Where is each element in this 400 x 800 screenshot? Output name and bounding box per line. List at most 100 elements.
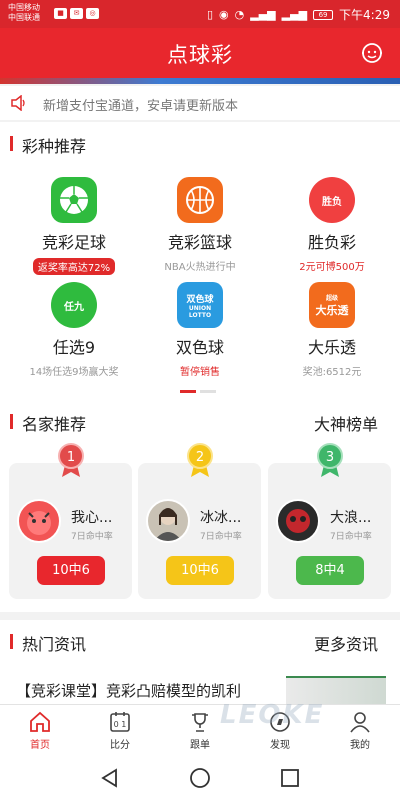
lottery-name: 竞彩篮球 — [167, 233, 232, 252]
speaker-icon — [11, 95, 25, 111]
expert-card-3[interactable]: 3 大浪... 7日命中率 8中4 — [268, 443, 391, 599]
lottery-section-header: 彩种推荐 — [0, 122, 400, 164]
customer-service-icon[interactable] — [360, 41, 384, 65]
experts-section-header: 名家推荐 大神榜单 — [0, 400, 400, 442]
renxuan-icon: 任九 — [51, 282, 97, 328]
lottery-sub: NBA火热进行中 — [164, 262, 236, 273]
browser-app-icon: ◎ — [86, 8, 99, 19]
more-news-link[interactable]: 更多资讯 — [314, 631, 378, 655]
lottery-sub: 暂停销售 — [180, 367, 220, 378]
profile-icon — [350, 712, 370, 733]
watermark: LEOKE — [220, 700, 325, 730]
lottery-name: 胜负彩 — [307, 233, 356, 252]
clock: 下午4:29 — [339, 8, 390, 22]
vibrate-icon: ▯ — [206, 8, 214, 21]
avatar — [17, 499, 61, 543]
lottery-sub: 奖池:6512元 — [302, 367, 362, 378]
news-section-header: 热门资讯 更多资讯 — [0, 620, 400, 662]
daletou-icon: 超级 大乐透 — [309, 282, 355, 328]
lottery-sub: 14场任选9场赢大奖 — [29, 367, 119, 378]
hit-rate-badge: 10中6 — [166, 556, 234, 585]
banner-carousel[interactable] — [0, 78, 400, 84]
bottom-tab-bar: 首页 0 1 比分 跟单 发现 我的 — [0, 704, 400, 756]
lottery-item-sfc[interactable]: 胜负 胜负彩 2元可博500万 — [272, 177, 392, 273]
lottery-name: 任选9 — [52, 338, 96, 357]
section-title: 名家推荐 — [22, 415, 87, 434]
recents-icon[interactable] — [278, 766, 302, 790]
lottery-item-dlt[interactable]: 超级 大乐透 大乐透 奖池:6512元 — [272, 282, 392, 378]
icon-label-sub: UNION LOTTO — [188, 304, 212, 319]
carrier-2: 中国联通 — [8, 13, 40, 22]
icon-label: 胜负 — [322, 196, 342, 208]
basketball-icon — [177, 177, 223, 223]
hit-rate-badge: 8中4 — [296, 556, 364, 585]
signal-icon: ▂▄▆ — [250, 8, 276, 21]
svg-text:0 1: 0 1 — [114, 720, 127, 729]
lottery-item-rx9[interactable]: 任九 任选9 14场任选9场赢大奖 — [14, 282, 134, 378]
news-headline[interactable]: 【竞彩课堂】竞彩凸赔模型的凯利 — [16, 680, 241, 701]
section-accent-bar — [10, 414, 13, 429]
leaderboard-link[interactable]: 大神榜单 — [314, 411, 378, 435]
carrier-info: 中国移动 中国联通 — [8, 3, 40, 23]
notification-icons: ■ ✉ ◎ — [54, 8, 99, 19]
icon-label: 双色球 — [186, 294, 214, 305]
notification-app-icon: ■ — [54, 8, 67, 19]
avatar — [146, 499, 190, 543]
tab-label: 首页 — [30, 740, 50, 751]
lottery-sub: 2元可博500万 — [299, 262, 365, 273]
rank-number: 2 — [196, 450, 204, 465]
hit-rate-badge: 10中6 — [37, 556, 105, 585]
home-circle-icon[interactable] — [188, 766, 212, 790]
rank-medal-icon: 2 — [187, 443, 213, 477]
page-title: 点球彩 — [167, 43, 233, 67]
lottery-item-jczq[interactable]: 竞彩足球 返奖率高达72% — [14, 177, 134, 275]
lottery-name: 竞彩足球 — [41, 233, 106, 252]
app-header: 点球彩 — [0, 28, 400, 78]
scoreboard-icon: 0 1 — [110, 712, 130, 732]
icon-label: 任九 — [64, 301, 84, 313]
indicator-dot-active — [180, 390, 196, 393]
rank-medal-icon: 1 — [58, 443, 84, 477]
home-icon — [30, 711, 50, 732]
expert-card-2[interactable]: 2 冰冰... 7日命中率 10中6 — [138, 443, 261, 599]
tab-label: 比分 — [110, 740, 130, 751]
expert-stat-label: 7日命中率 — [330, 532, 372, 542]
status-bar: 中国移动 中国联通 ■ ✉ ◎ ▯ ◉ ◔ ▂▄▆ ▂▄▆ 69 下午4:29 — [0, 0, 400, 28]
tab-label: 我的 — [350, 740, 370, 751]
signal-2-icon: ▂▄▆ — [281, 8, 308, 21]
rank-medal-icon: 3 — [317, 443, 343, 477]
back-icon[interactable] — [98, 766, 122, 790]
notice-bar[interactable]: 新增支付宝通道，安卓请更新版本 — [0, 86, 400, 120]
indicator-dot — [200, 390, 216, 393]
icon-label-sub: 超级 — [325, 294, 338, 302]
tab-label: 跟单 — [190, 740, 210, 751]
carousel-indicator — [180, 390, 216, 393]
lottery-name: 双色球 — [175, 338, 224, 357]
soccer-ball-icon — [51, 177, 97, 223]
notice-text: 新增支付宝通道，安卓请更新版本 — [43, 99, 239, 114]
section-accent-bar — [10, 136, 13, 151]
rank-number: 1 — [67, 450, 75, 465]
tab-score[interactable]: 0 1 比分 — [80, 705, 160, 757]
carrier-1: 中国移动 — [8, 3, 40, 12]
tab-home[interactable]: 首页 — [0, 705, 80, 757]
status-right: ▯ ◉ ◔ ▂▄▆ ▂▄▆ 69 下午4:29 — [207, 6, 390, 23]
lottery-name: 大乐透 — [307, 338, 356, 357]
system-nav-bar — [0, 756, 400, 800]
lottery-item-ssq[interactable]: 双色球 UNION LOTTO 双色球 暂停销售 — [140, 282, 260, 378]
lottery-item-jclq[interactable]: 竞彩篮球 NBA火热进行中 — [140, 177, 260, 273]
tab-profile[interactable]: 我的 — [320, 705, 400, 757]
expert-name: 冰冰... — [200, 510, 242, 526]
expert-stat-label: 7日命中率 — [71, 532, 113, 542]
section-title: 彩种推荐 — [22, 137, 87, 156]
message-app-icon: ✉ — [70, 8, 83, 19]
expert-name: 大浪... — [330, 510, 372, 526]
expert-card-1[interactable]: 1 我心... 7日命中率 10中6 — [9, 443, 132, 599]
lottery-sub: 返奖率高达72% — [32, 258, 116, 275]
expert-name: 我心... — [71, 510, 113, 526]
section-title: 热门资讯 — [22, 635, 87, 654]
eye-icon: ◉ — [219, 8, 229, 21]
rank-number: 3 — [326, 450, 334, 465]
expert-stat-label: 7日命中率 — [200, 532, 242, 542]
tab-label: 发现 — [270, 740, 290, 751]
